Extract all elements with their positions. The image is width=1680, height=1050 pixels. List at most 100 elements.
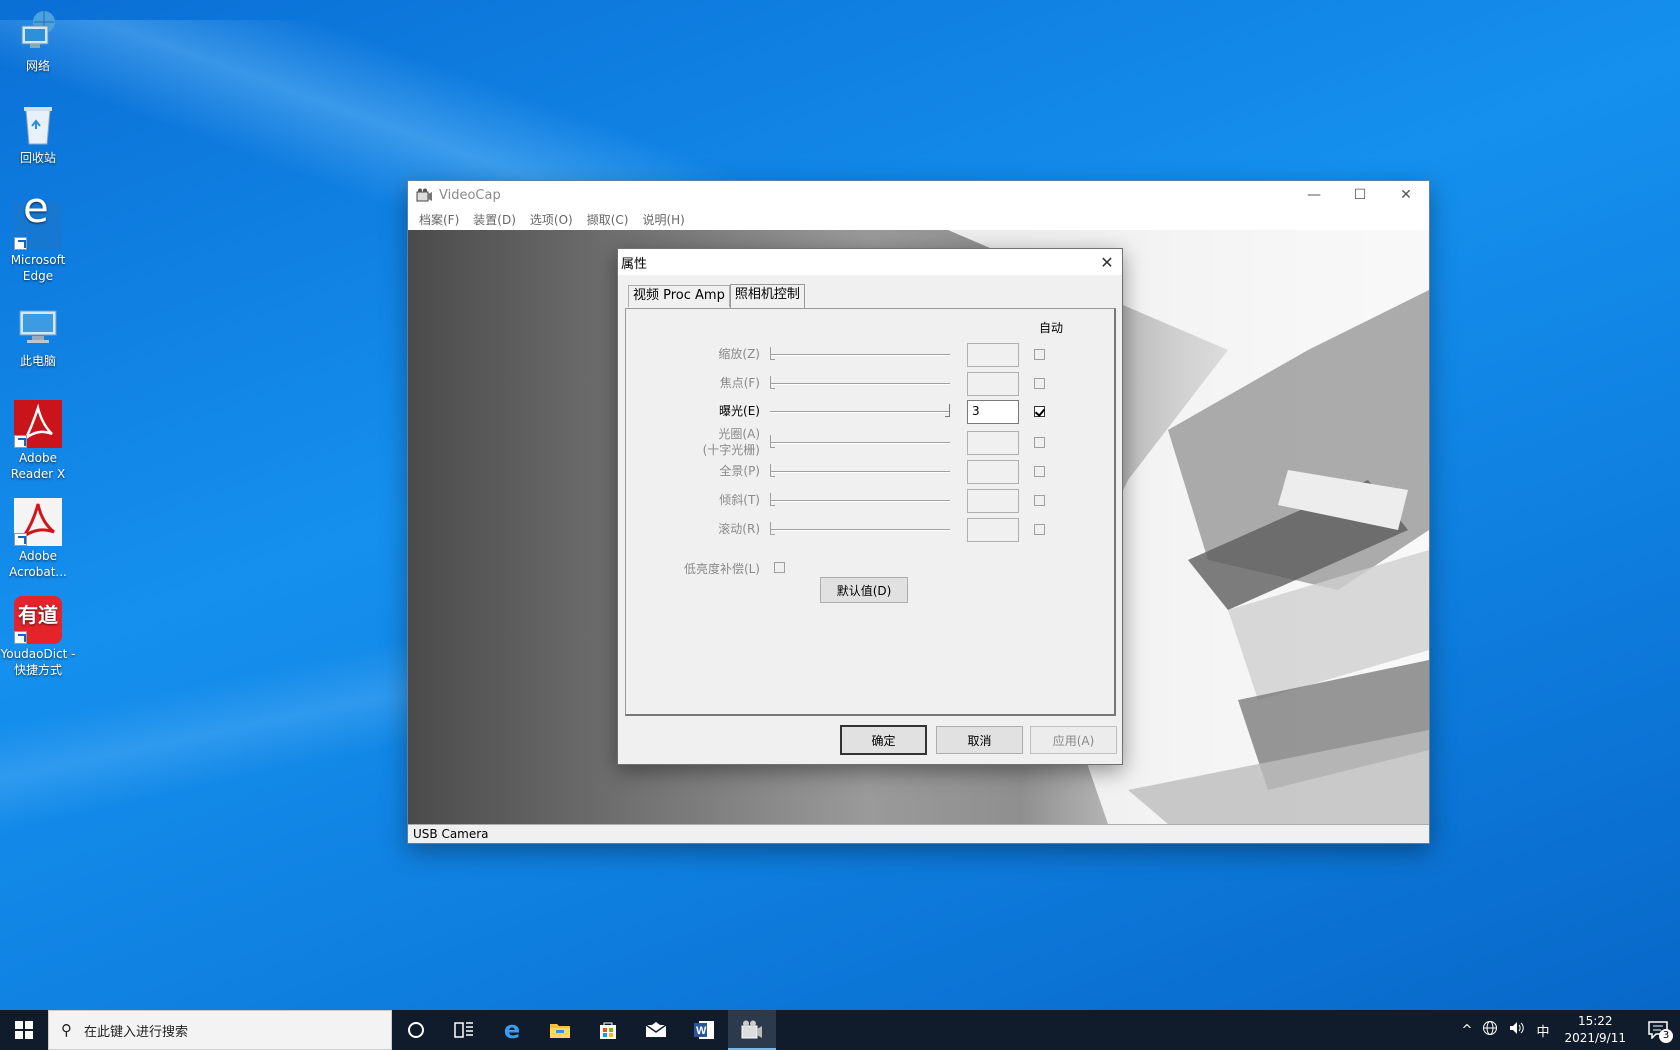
pan-value-field[interactable] xyxy=(967,460,1019,484)
clock-date: 2021/9/11 xyxy=(1564,1031,1626,1045)
edge-icon: e xyxy=(14,187,62,250)
low-light-compensation-row: 低亮度补偿(L) xyxy=(626,560,1115,576)
word-icon[interactable]: W xyxy=(680,1010,728,1050)
menu-capture[interactable]: 撷取(C) xyxy=(580,211,636,228)
menu-help[interactable]: 说明(H) xyxy=(635,211,691,228)
youdao-icon: 有道 xyxy=(14,596,62,644)
window-title: VideoCap xyxy=(439,187,501,203)
default-values-button[interactable]: 默认值(D) xyxy=(820,577,908,603)
slider-thumb[interactable] xyxy=(770,376,775,389)
shortcut-arrow-icon xyxy=(14,631,27,644)
tab-video-proc-amp[interactable]: 视频 Proc Amp xyxy=(628,285,730,307)
network-icon xyxy=(14,8,62,56)
ok-button[interactable]: 确定 xyxy=(840,725,927,755)
cortana-icon[interactable] xyxy=(392,1010,440,1050)
slider-thumb[interactable] xyxy=(770,464,775,477)
search-icon: ⚲ xyxy=(61,1021,72,1039)
desktop-icon-youdao[interactable]: 有道 YoudaoDict - 快捷方式 xyxy=(0,596,76,678)
desktop-icon-edge[interactable]: e Microsoft Edge xyxy=(0,187,76,284)
adobe-acrobat-icon xyxy=(14,498,62,546)
taskbar-search-box[interactable]: ⚲ 在此键入进行搜索 xyxy=(48,1010,392,1050)
exposure-auto-checkbox[interactable] xyxy=(1034,406,1045,417)
show-hidden-icons-chevron[interactable]: ^ xyxy=(1457,1023,1478,1038)
store-icon[interactable] xyxy=(584,1010,632,1050)
this-pc-icon xyxy=(14,303,62,351)
file-explorer-icon[interactable] xyxy=(536,1010,584,1050)
notification-center-button[interactable]: 3 xyxy=(1636,1010,1680,1050)
clock[interactable]: 15:22 2021/9/11 xyxy=(1554,1013,1636,1047)
control-label-line1: 光圈(A) xyxy=(718,427,760,441)
tilt-slider[interactable] xyxy=(770,500,950,502)
control-row-roll: 滚动(R) xyxy=(626,517,1115,543)
iris-value-field[interactable] xyxy=(967,431,1019,455)
auto-column-header: 自动 xyxy=(1039,321,1064,335)
slider-thumb[interactable] xyxy=(770,493,775,506)
tilt-value-field[interactable] xyxy=(967,489,1019,513)
mail-icon[interactable] xyxy=(632,1010,680,1050)
control-row-focus: 焦点(F) xyxy=(626,371,1115,397)
control-row-pan: 全景(P) xyxy=(626,459,1115,485)
menu-options[interactable]: 选项(O) xyxy=(523,211,580,228)
exposure-slider[interactable] xyxy=(770,411,950,413)
dialog-titlebar[interactable]: 属性 xyxy=(618,249,1122,275)
desktop-icon-recycle-bin[interactable]: 回收站 xyxy=(0,100,76,166)
desktop-icon-adobe-acrobat[interactable]: Adobe Acrobat... xyxy=(0,498,76,580)
control-row-tilt: 倾斜(T) xyxy=(626,488,1115,514)
desktop-icon-adobe-reader[interactable]: Adobe Reader X xyxy=(0,400,76,482)
desktop-icon-this-pc[interactable]: 此电脑 xyxy=(0,303,76,369)
slider-thumb[interactable] xyxy=(770,435,775,448)
shortcut-arrow-icon xyxy=(14,533,27,546)
focus-value-field[interactable] xyxy=(967,372,1019,396)
videocap-taskbar-icon[interactable] xyxy=(728,1010,776,1050)
roll-value-field[interactable] xyxy=(967,518,1019,542)
task-view-icon[interactable] xyxy=(440,1010,488,1050)
tilt-auto-checkbox[interactable] xyxy=(1034,495,1045,506)
menu-bar: 档案(F) 装置(D) 选项(O) 撷取(C) 说明(H) xyxy=(408,209,1429,229)
menu-file[interactable]: 档案(F) xyxy=(412,211,466,228)
roll-slider[interactable] xyxy=(770,529,950,531)
low-light-checkbox[interactable] xyxy=(774,562,785,573)
status-bar: USB Camera xyxy=(408,824,1429,843)
roll-auto-checkbox[interactable] xyxy=(1034,524,1045,535)
control-label: 缩放(Z) xyxy=(718,347,760,361)
start-button[interactable] xyxy=(0,1010,48,1050)
control-label: 滚动(R) xyxy=(718,522,760,536)
taskbar: ⚲ 在此键入进行搜索 e W ^ 中 15:22 2021/9/11 3 xyxy=(0,1010,1680,1050)
network-globe-icon[interactable] xyxy=(1477,1020,1503,1040)
system-tray: ^ 中 15:22 2021/9/11 3 xyxy=(1457,1010,1680,1050)
iris-auto-checkbox[interactable] xyxy=(1034,437,1045,448)
maximize-button[interactable]: ☐ xyxy=(1337,181,1383,209)
pan-slider[interactable] xyxy=(770,471,950,473)
control-row-iris: 光圈(A) (十字光栅) xyxy=(626,427,1115,457)
shortcut-arrow-icon xyxy=(14,237,27,250)
zoom-auto-checkbox[interactable] xyxy=(1034,349,1045,360)
dialog-tabs: 视频 Proc Amp 照相机控制 xyxy=(628,284,805,308)
tab-camera-control[interactable]: 照相机控制 xyxy=(729,284,805,308)
exposure-value-field[interactable]: 3 xyxy=(967,400,1019,424)
zoom-slider[interactable] xyxy=(770,354,950,356)
iris-slider[interactable] xyxy=(770,442,950,444)
apply-button[interactable]: 应用(A) xyxy=(1030,726,1117,754)
menu-device[interactable]: 装置(D) xyxy=(466,211,523,228)
focus-auto-checkbox[interactable] xyxy=(1034,378,1045,389)
close-button[interactable]: ✕ xyxy=(1383,181,1429,209)
zoom-value-field[interactable] xyxy=(967,343,1019,367)
slider-thumb[interactable] xyxy=(945,404,950,417)
focus-slider[interactable] xyxy=(770,383,950,385)
volume-icon[interactable] xyxy=(1503,1020,1531,1040)
low-light-label: 低亮度补偿(L) xyxy=(683,562,760,576)
recycle-bin-icon xyxy=(14,100,62,148)
dialog-close-button[interactable]: ✕ xyxy=(1092,249,1122,275)
pan-auto-checkbox[interactable] xyxy=(1034,466,1045,477)
minimize-button[interactable]: — xyxy=(1291,181,1337,209)
control-label: 光圈(A) (十字光栅) xyxy=(630,426,760,458)
slider-thumb[interactable] xyxy=(770,347,775,360)
desktop-icon-network[interactable]: 网络 xyxy=(0,8,76,74)
edge-icon[interactable]: e xyxy=(488,1010,536,1050)
input-method-indicator[interactable]: 中 xyxy=(1531,1021,1554,1040)
window-titlebar[interactable]: VideoCap xyxy=(408,181,1429,209)
shortcut-arrow-icon xyxy=(14,435,27,448)
cancel-button[interactable]: 取消 xyxy=(936,726,1023,754)
slider-thumb[interactable] xyxy=(770,522,775,535)
svg-text:W: W xyxy=(696,1025,707,1037)
